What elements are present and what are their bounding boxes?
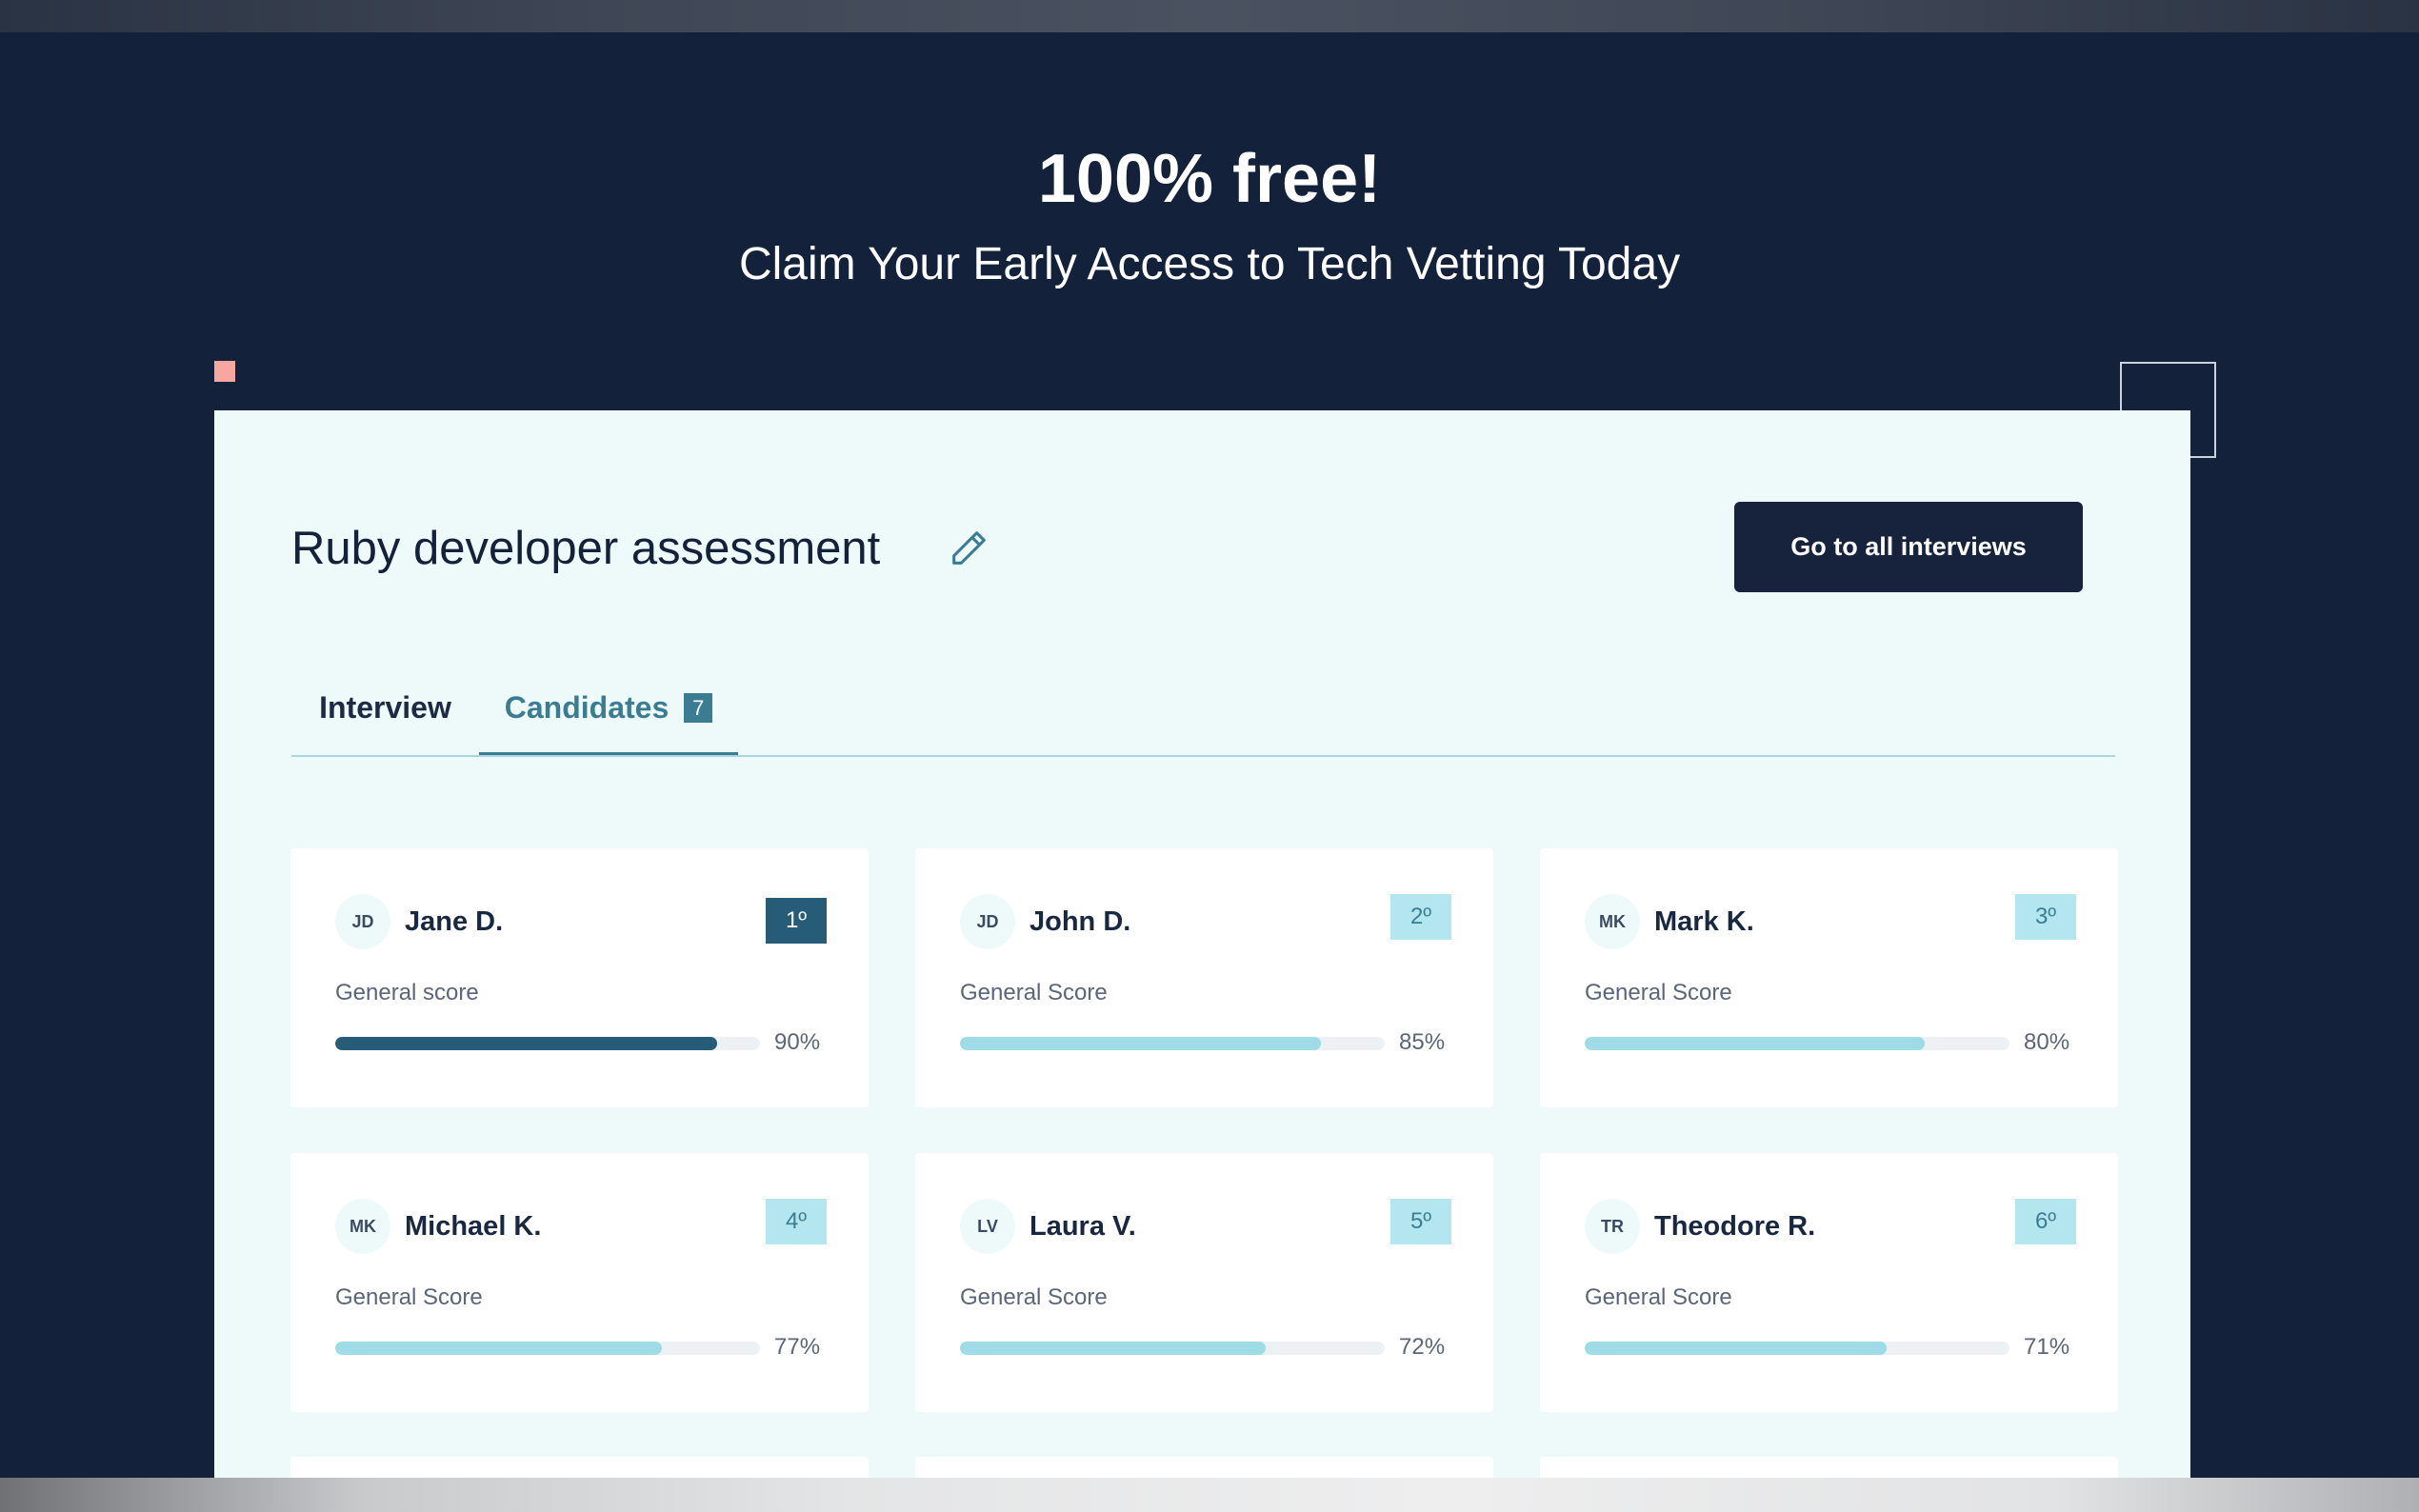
score-label: General score [335, 980, 479, 1005]
candidate-card[interactable]: MK Mark K. 3º General Score 80% [1540, 848, 2118, 1107]
rank-badge: 6º [2015, 1199, 2076, 1244]
avatar: LV [960, 1199, 1015, 1254]
score-label: General Score [960, 1284, 1108, 1310]
candidates-count-badge: 7 [684, 692, 713, 723]
tab-interview[interactable]: Interview [291, 660, 479, 755]
rank-badge: 3º [2015, 894, 2076, 940]
score-bar [960, 1037, 1385, 1050]
decorative-square [214, 361, 235, 382]
score-value: 90% [774, 1029, 821, 1055]
candidate-card[interactable]: LV Laura V. 5º General Score 72% [915, 1153, 1493, 1412]
candidate-name: John D. [1030, 906, 1131, 937]
page-title: Ruby developer assessment [291, 523, 881, 574]
avatar: TR [1585, 1199, 1640, 1254]
score-bar [335, 1342, 760, 1355]
tab-candidates-label: Candidates [504, 689, 670, 725]
tab-bar: Interview Candidates 7 [291, 660, 2115, 757]
avatar: MK [1585, 894, 1640, 949]
rank-badge: 2º [1390, 894, 1451, 940]
rank-badge: 4º [766, 1199, 827, 1244]
hero-subtitle: Claim Your Early Access to Tech Vetting … [738, 239, 1681, 289]
hero-title: 100% free! [1037, 141, 1382, 217]
top-window-strip [0, 0, 2419, 32]
candidate-card[interactable]: JD John D. 2º General Score 85% [915, 848, 1493, 1107]
score-bar-fill [960, 1037, 1322, 1050]
tab-candidates[interactable]: Candidates 7 [479, 660, 738, 757]
candidate-card[interactable]: JD Jane D. 1º General score 90% [290, 848, 869, 1107]
candidate-name: Michael K. [405, 1211, 542, 1242]
score-bar [1585, 1037, 2009, 1050]
candidate-name: Laura V. [1030, 1211, 1136, 1242]
go-to-all-interviews-button[interactable]: Go to all interviews [1734, 502, 2083, 592]
score-value: 85% [1399, 1029, 1446, 1055]
candidate-name: Theodore R. [1654, 1211, 1816, 1242]
bottom-window-strip [0, 1478, 2419, 1512]
score-value: 72% [1399, 1334, 1446, 1360]
tab-divider [291, 755, 2115, 757]
avatar: JD [960, 894, 1015, 949]
candidate-name: Jane D. [405, 906, 504, 937]
avatar: JD [335, 894, 390, 949]
rank-badge: 5º [1390, 1199, 1451, 1244]
candidate-card[interactable]: MK Michael K. 4º General Score 77% [290, 1153, 869, 1412]
score-value: 77% [774, 1334, 821, 1360]
score-bar [335, 1037, 760, 1050]
assessment-panel: Ruby developer assessment Go to all inte… [214, 410, 2190, 1495]
pencil-icon[interactable] [947, 527, 990, 570]
score-value: 71% [2024, 1334, 2070, 1360]
avatar: MK [335, 1199, 390, 1254]
score-bar-fill [960, 1342, 1267, 1355]
score-bar-fill [335, 1342, 663, 1355]
candidate-card[interactable]: TR Theodore R. 6º General Score 71% [1540, 1153, 2118, 1412]
score-bar-fill [1585, 1342, 1887, 1355]
score-bar [960, 1342, 1385, 1355]
tab-interview-label: Interview [319, 689, 451, 725]
candidate-name: Mark K. [1654, 906, 1754, 937]
score-value: 80% [2024, 1029, 2070, 1055]
rank-badge: 1º [766, 898, 827, 944]
score-label: General Score [1585, 980, 1732, 1005]
score-bar-fill [1585, 1037, 1925, 1050]
score-label: General Score [335, 1284, 483, 1310]
score-bar [1585, 1342, 2009, 1355]
score-label: General Score [960, 980, 1108, 1005]
score-bar-fill [335, 1037, 718, 1050]
score-label: General Score [1585, 1284, 1732, 1310]
